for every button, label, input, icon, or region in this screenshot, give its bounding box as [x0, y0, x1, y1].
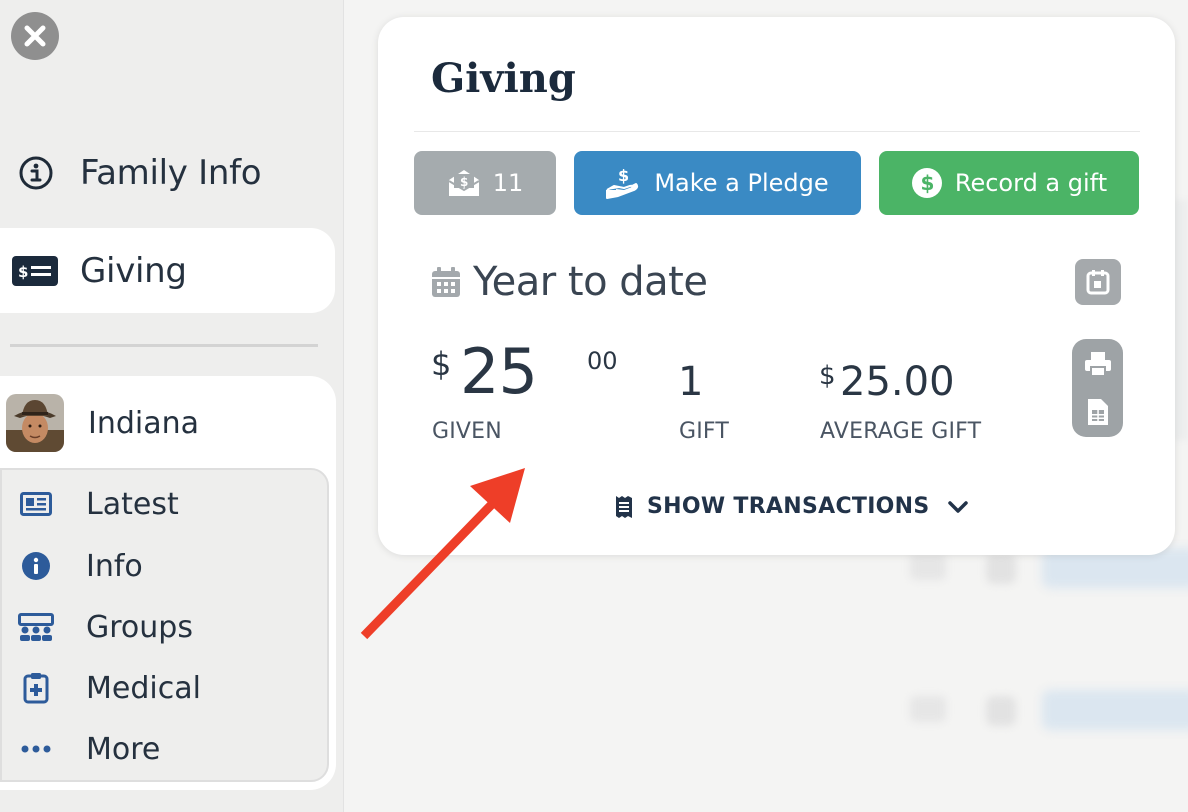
svg-text:$: $: [460, 175, 468, 189]
record-gift-label: Record a gift: [954, 169, 1108, 197]
submenu-label-groups: Groups: [86, 609, 193, 645]
person-header[interactable]: Indiana: [6, 394, 199, 452]
average-label: AVERAGE GIFT: [820, 419, 982, 444]
nav-family-info-label: Family Info: [80, 153, 262, 193]
submenu-item-latest[interactable]: Latest: [18, 484, 179, 524]
avatar: [6, 394, 64, 452]
make-pledge-button[interactable]: $ Make a Pledge: [574, 151, 861, 215]
close-icon: [24, 25, 46, 47]
print-icon: [1084, 352, 1111, 377]
annotation-arrow: [360, 468, 525, 640]
given-amount: 25: [460, 335, 538, 408]
person-submenu: Latest Info Groups Medical More: [0, 468, 329, 782]
nav-giving-label: Giving: [80, 250, 187, 291]
page-title: Giving: [431, 55, 576, 102]
date-range-button[interactable]: [1075, 259, 1121, 305]
submenu-item-info[interactable]: Info: [18, 546, 143, 586]
sidebar: Family Info $ Giving Indiana Latest Info…: [0, 0, 344, 812]
submenu-label-info: Info: [86, 548, 143, 584]
record-gift-button[interactable]: $ Record a gift: [879, 151, 1139, 215]
giving-bill-icon: $: [12, 255, 58, 286]
spreadsheet-button[interactable]: [1072, 389, 1123, 435]
calendar-day-icon: [1086, 270, 1110, 295]
submenu-item-more[interactable]: More: [18, 729, 160, 769]
show-transactions-label: SHOW TRANSACTIONS: [647, 494, 930, 519]
info-circle-icon: [22, 552, 50, 580]
submenu-label-more: More: [86, 731, 161, 767]
newspaper-icon: [20, 492, 52, 516]
sidebar-divider: [10, 344, 318, 347]
submenu-label-latest: Latest: [86, 486, 179, 522]
calendar-icon: [432, 267, 460, 297]
export-tools: [1072, 339, 1123, 437]
make-pledge-label: Make a Pledge: [654, 169, 829, 197]
svg-text:$: $: [920, 171, 934, 195]
gift-count: 1: [678, 359, 704, 405]
envelope-count: 11: [492, 169, 524, 197]
background-blur: [1174, 200, 1188, 440]
average-amount: 25.00: [840, 359, 955, 405]
background-row: [910, 690, 1188, 730]
nav-family-info[interactable]: Family Info: [0, 148, 262, 198]
print-button[interactable]: [1072, 341, 1123, 387]
submenu-label-medical: Medical: [86, 670, 201, 706]
info-circle-outline-icon: [19, 156, 53, 190]
submenu-item-groups[interactable]: Groups: [18, 607, 193, 647]
more-dots-icon: [21, 745, 51, 753]
person-card: Indiana Latest Info Groups Medical More: [0, 376, 336, 790]
dollar-circle-icon: $: [911, 168, 942, 198]
envelope-count-button[interactable]: $ 11: [414, 151, 556, 215]
close-button[interactable]: [11, 12, 59, 60]
medical-clipboard-icon: [23, 673, 49, 704]
given-cents: 00: [587, 347, 618, 375]
svg-text:$: $: [18, 263, 28, 281]
spreadsheet-file-icon: [1087, 399, 1108, 425]
period-header: Year to date: [431, 259, 708, 305]
average-currency: $: [819, 361, 836, 391]
given-label: GIVEN: [432, 419, 502, 444]
person-name: Indiana: [88, 405, 200, 441]
show-transactions-toggle[interactable]: SHOW TRANSACTIONS: [615, 494, 968, 519]
chevron-down-icon: [947, 500, 968, 513]
period-title: Year to date: [473, 259, 708, 305]
gift-label: GIFT: [679, 419, 730, 444]
nav-giving[interactable]: $ Giving: [0, 228, 335, 313]
svg-text:$: $: [618, 166, 629, 185]
groups-icon: [18, 613, 54, 641]
receipt-icon: [616, 495, 632, 518]
title-divider: [414, 131, 1140, 132]
submenu-item-medical[interactable]: Medical: [18, 668, 201, 708]
money-envelope-icon: $: [448, 170, 480, 196]
hand-dollar-icon: $: [606, 166, 639, 199]
given-currency: $: [431, 345, 452, 383]
